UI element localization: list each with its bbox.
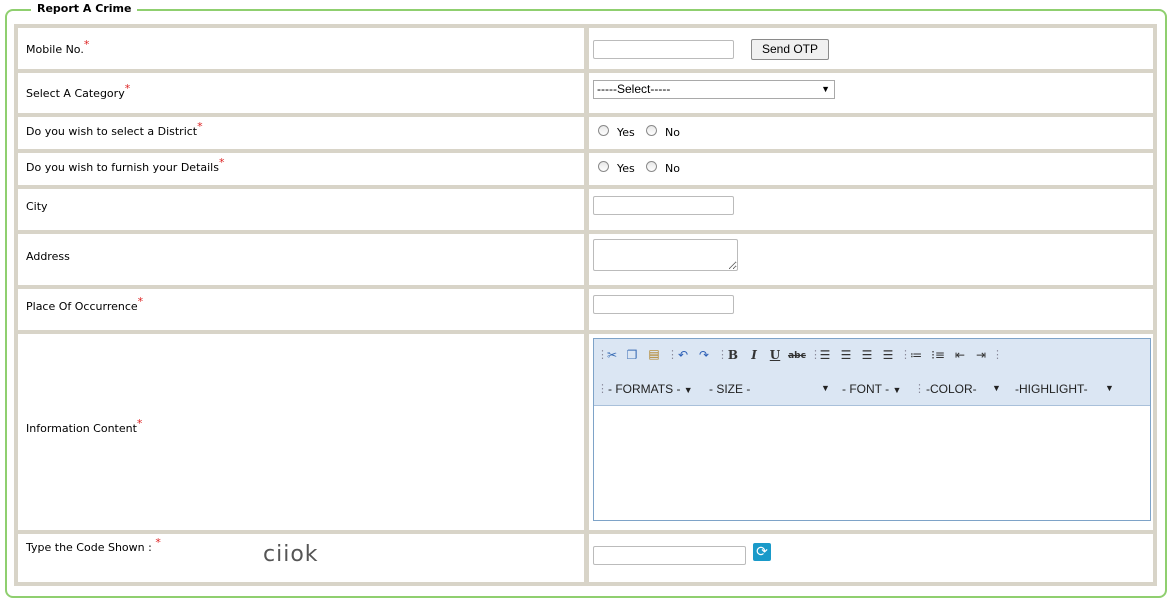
- editor-toolbar-row1: ⋮ ✂ ❐ ▤ ⋮ ↶ ↷ ⋮ B I U abc ⋮ ☰ ☰ ☰ ☰ ⋮ ≔ …: [594, 339, 1150, 371]
- place-input-cell: [589, 289, 1153, 330]
- details-yes-radio[interactable]: [598, 161, 609, 172]
- highlight-dropdown[interactable]: -HIGHLIGHT- ▼: [1015, 382, 1115, 396]
- captcha-input-cell: ⟳: [589, 534, 1153, 582]
- editor-toolbar-row2: ⋮ - FORMATS - ▼ - SIZE - ▼ - FONT - ▼ ⋮ -…: [594, 371, 1150, 406]
- fieldset-legend: Report A Crime: [31, 1, 138, 17]
- copy-icon[interactable]: ❐: [624, 348, 640, 362]
- toolbar-separator: ⋮: [992, 348, 1003, 361]
- mobile-label: Mobile No.: [26, 43, 84, 56]
- required-mark: *: [137, 295, 144, 308]
- category-label: Select A Category: [26, 87, 125, 100]
- required-mark: *: [124, 82, 131, 95]
- details-yes-label: Yes: [617, 162, 635, 175]
- chevron-down-icon: ▼: [683, 385, 693, 395]
- mobile-input-cell: Send OTP: [589, 28, 1153, 69]
- details-label-cell: Do you wish to furnish your Details*: [18, 153, 584, 185]
- ordered-list-icon[interactable]: ≔: [908, 348, 924, 362]
- district-label: Do you wish to select a District: [26, 125, 198, 138]
- information-label-cell: Information Content*: [18, 334, 584, 530]
- city-label: City: [26, 200, 48, 213]
- address-label: Address: [26, 250, 70, 263]
- category-input-cell: -----Select----- ▼: [589, 73, 1153, 113]
- strikethrough-icon[interactable]: abc: [787, 349, 807, 363]
- formats-dropdown[interactable]: - FORMATS - ▼: [608, 382, 693, 396]
- place-input[interactable]: [593, 295, 734, 314]
- chevron-down-icon: ▼: [821, 84, 830, 94]
- required-mark: *: [155, 536, 161, 549]
- chevron-down-icon: ▼: [892, 385, 902, 395]
- font-dropdown[interactable]: - FONT - ▼: [842, 382, 901, 396]
- city-input-cell: [589, 189, 1153, 230]
- category-selected-value: -----Select-----: [597, 82, 671, 96]
- size-dropdown[interactable]: - SIZE - ▼: [709, 382, 830, 396]
- address-label-cell: Address: [18, 234, 584, 285]
- category-select[interactable]: -----Select----- ▼: [593, 80, 835, 99]
- district-input-cell: Yes No: [589, 117, 1153, 149]
- mobile-input[interactable]: [593, 40, 734, 59]
- send-otp-button[interactable]: Send OTP: [751, 39, 829, 60]
- captcha-label: Type the Code Shown :: [26, 541, 152, 554]
- unordered-list-icon[interactable]: ⁝≡: [930, 348, 946, 362]
- district-no-label: No: [665, 126, 680, 139]
- cut-icon[interactable]: ✂: [604, 348, 620, 362]
- district-label-cell: Do you wish to select a District*: [18, 117, 584, 149]
- underline-icon[interactable]: U: [767, 348, 783, 362]
- information-label: Information Content: [26, 422, 137, 435]
- district-yes-radio[interactable]: [598, 125, 609, 136]
- chevron-down-icon: ▼: [1105, 383, 1114, 393]
- required-mark: *: [218, 156, 225, 169]
- align-center-icon[interactable]: ☰: [859, 348, 875, 362]
- district-yes-label: Yes: [617, 126, 635, 139]
- toolbar-separator: ⋮: [597, 382, 608, 395]
- details-label: Do you wish to furnish your Details: [26, 161, 219, 174]
- italic-icon[interactable]: I: [746, 348, 762, 362]
- category-label-cell: Select A Category*: [18, 73, 584, 113]
- justify-icon[interactable]: ☰: [817, 348, 833, 362]
- information-editor-cell: ⋮ ✂ ❐ ▤ ⋮ ↶ ↷ ⋮ B I U abc ⋮ ☰ ☰ ☰ ☰ ⋮ ≔ …: [589, 334, 1153, 530]
- details-no-label: No: [665, 162, 680, 175]
- district-no-radio[interactable]: [646, 125, 657, 136]
- required-mark: *: [197, 120, 203, 133]
- paste-icon[interactable]: ▤: [646, 347, 662, 361]
- redo-icon[interactable]: ↷: [696, 348, 712, 362]
- chevron-down-icon: ▼: [992, 383, 1001, 393]
- address-textarea[interactable]: [593, 239, 738, 271]
- outdent-icon[interactable]: ⇤: [952, 348, 968, 362]
- required-mark: *: [83, 38, 90, 51]
- color-dropdown[interactable]: -COLOR- ▼: [926, 382, 1004, 396]
- captcha-image: ciiok: [263, 542, 319, 567]
- rich-text-editor: ⋮ ✂ ❐ ▤ ⋮ ↶ ↷ ⋮ B I U abc ⋮ ☰ ☰ ☰ ☰ ⋮ ≔ …: [593, 338, 1151, 521]
- align-left-icon[interactable]: ☰: [838, 348, 854, 362]
- city-input[interactable]: [593, 196, 734, 215]
- required-mark: *: [136, 417, 143, 430]
- city-label-cell: City: [18, 189, 584, 230]
- place-label: Place Of Occurrence: [26, 300, 138, 313]
- editor-content-area[interactable]: [594, 406, 1150, 520]
- bold-icon[interactable]: B: [725, 348, 741, 362]
- place-label-cell: Place Of Occurrence*: [18, 289, 584, 330]
- captcha-label-cell: Type the Code Shown : * ciiok: [18, 534, 584, 582]
- refresh-icon[interactable]: ⟳: [753, 543, 771, 561]
- toolbar-separator: ⋮: [914, 382, 925, 395]
- undo-icon[interactable]: ↶: [675, 348, 691, 362]
- align-right-icon[interactable]: ☰: [880, 348, 896, 362]
- indent-icon[interactable]: ⇥: [973, 348, 989, 362]
- mobile-label-cell: Mobile No.*: [18, 28, 584, 69]
- captcha-input[interactable]: [593, 546, 746, 565]
- details-input-cell: Yes No: [589, 153, 1153, 185]
- chevron-down-icon: ▼: [821, 383, 830, 393]
- form-table: Mobile No.* Send OTP Select A Category* …: [14, 24, 1157, 586]
- address-input-cell: [589, 234, 1153, 285]
- details-no-radio[interactable]: [646, 161, 657, 172]
